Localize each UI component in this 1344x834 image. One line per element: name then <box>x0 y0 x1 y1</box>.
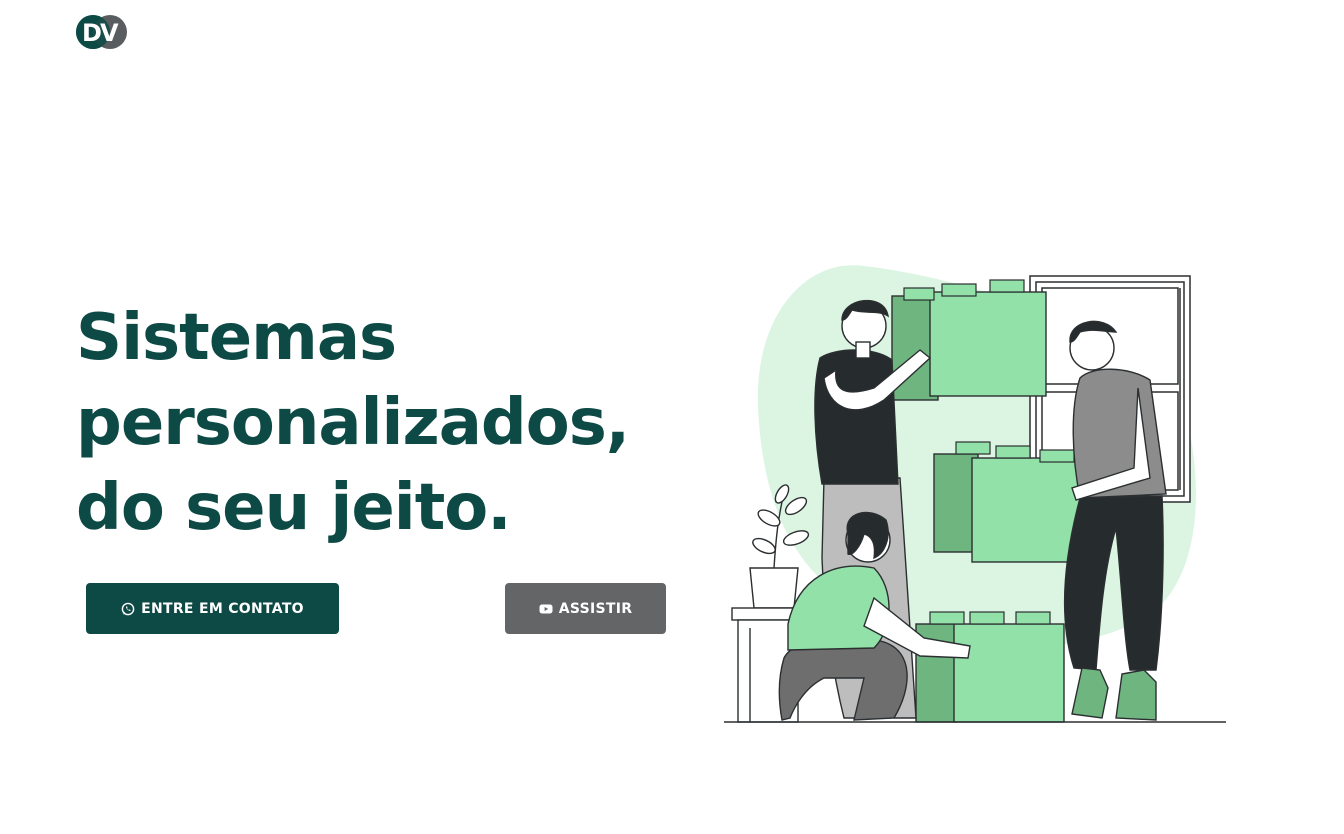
svg-text:V: V <box>100 19 119 47</box>
hero-illustration <box>724 258 1228 726</box>
watch-button[interactable]: ASSISTIR <box>505 583 666 634</box>
headline-line-3: do seu jeito. <box>76 471 512 545</box>
whatsapp-icon <box>121 602 135 616</box>
headline-line-1: Sistemas <box>76 301 397 375</box>
block-middle <box>933 441 1089 563</box>
brand-logo[interactable]: D V <box>76 14 128 50</box>
man-right <box>1063 320 1167 721</box>
contact-button-label: ENTRE EM CONTATO <box>141 600 304 617</box>
block-bottom <box>915 611 1065 723</box>
watch-button-label: ASSISTIR <box>558 600 633 617</box>
people-building-blocks-illustration <box>724 265 1226 723</box>
hero-headline: Sistemas personalizados, do seu jeito. <box>76 296 630 551</box>
svg-text:D: D <box>82 19 102 47</box>
block-top <box>891 279 1047 401</box>
dv-logo-icon: D V <box>76 15 127 49</box>
headline-line-2: personalizados, <box>76 386 630 460</box>
youtube-icon <box>539 602 553 616</box>
landing-page: D V Sistemas personalizados, do seu jeit… <box>0 0 1344 834</box>
contact-button[interactable]: ENTRE EM CONTATO <box>86 583 339 634</box>
